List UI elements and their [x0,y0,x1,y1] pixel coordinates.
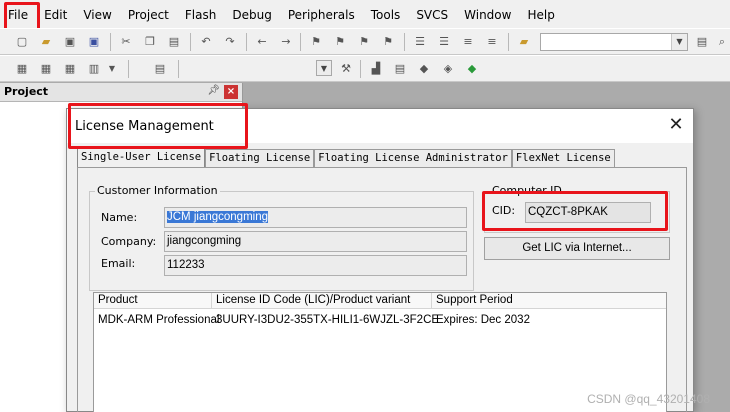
prev-bookmark-icon[interactable]: ⚑ [332,34,348,50]
build-toolbar: ▦ ▦ ▦ ▥ ▼ ▤ ▼ ⚒ ▟ ▤ ◆ ◈ ◆ [0,55,730,82]
license-management-dialog: License Management ✕ Single-User License… [66,108,694,412]
pack-installer-icon[interactable]: ◆ [416,61,432,77]
standard-toolbar: ▢ ▰ ▣ ▣ ✂ ❐ ▤ ↶ ↷ ← → ⚑ ⚑ ⚑ ⚑ ☰ ☰ ≡ ≡ ▰ … [0,28,730,55]
name-label: Name: [101,211,138,224]
translate-icon[interactable]: ▦ [14,61,30,77]
menu-help[interactable]: Help [519,0,562,30]
find-icon[interactable]: ▤ [694,34,710,50]
save-all-icon[interactable]: ▣ [86,34,102,50]
chevron-down-icon[interactable]: ▼ [104,61,120,77]
license-list[interactable]: Product License ID Code (LIC)/Product va… [93,292,667,412]
company-label: Company: [101,235,157,248]
rebuild-icon[interactable]: ▦ [62,61,78,77]
incremental-find-icon[interactable]: ⌕ [714,34,730,50]
file-extensions-icon[interactable]: ▤ [392,61,408,77]
build-icon[interactable]: ▦ [38,61,54,77]
toolbar-separator [110,33,111,51]
tab-flexnet-license[interactable]: FlexNet License [511,149,615,167]
find-in-files-icon[interactable]: ▰ [516,34,532,50]
tab-floating-license[interactable]: Floating License [205,149,315,167]
column-header-lic[interactable]: License ID Code (LIC)/Product variant [212,293,432,309]
cut-icon[interactable]: ✂ [118,34,134,50]
name-field[interactable]: JCM jiangcongming [164,207,467,228]
project-pane-title: Project [4,85,49,98]
menu-svcs[interactable]: SVCS [408,0,456,30]
tab-single-user-license[interactable]: Single-User License [77,148,206,168]
customer-information-group: Customer Information Name: JCM jiangcong… [89,184,474,291]
indent-icon[interactable]: ☰ [412,34,428,50]
toolbar-separator [360,60,361,78]
dialog-title-highlight [68,103,248,149]
toolbar-separator [190,33,191,51]
unindent-icon[interactable]: ☰ [436,34,452,50]
toolbar-separator [128,60,129,78]
support-period-cell: Expires: Dec 2032 [436,314,530,326]
toolbar-separator [178,60,179,78]
toolbar-separator [246,33,247,51]
chevron-down-icon[interactable]: ▼ [671,34,687,50]
close-icon[interactable]: × [224,85,238,99]
license-list-header: Product License ID Code (LIC)/Product va… [94,293,666,309]
paste-icon[interactable]: ▤ [166,34,182,50]
menu-debug[interactable]: Debug [224,0,279,30]
chevron-down-icon[interactable]: ▼ [316,60,332,76]
menu-bar: File Edit View Project Flash Debug Perip… [0,0,730,30]
new-file-icon[interactable]: ▢ [14,34,30,50]
column-header-support-period[interactable]: Support Period [432,293,668,309]
email-field[interactable]: 112233 [164,255,467,276]
manage-components-icon[interactable]: ▟ [368,61,384,77]
product-cell: MDK-ARM Professional [98,314,220,326]
column-header-product[interactable]: Product [94,293,212,309]
download-icon[interactable]: ▤ [152,61,168,77]
menu-project[interactable]: Project [120,0,177,30]
watermark: CSDN @qq_43201408 [587,392,710,406]
bookmark-icon[interactable]: ⚑ [308,34,324,50]
open-folder-icon[interactable]: ▰ [38,34,54,50]
target-options-icon[interactable]: ⚒ [338,61,354,77]
uncomment-icon[interactable]: ≡ [484,34,500,50]
menu-window[interactable]: Window [456,0,519,30]
copy-icon[interactable]: ❐ [142,34,158,50]
lic-cell: 3UURY-I3DU2-355TX-HILI1-6WJZL-3F2CE [216,314,440,326]
menu-flash[interactable]: Flash [177,0,224,30]
clear-bookmarks-icon[interactable]: ⚑ [380,34,396,50]
menu-view[interactable]: View [75,0,119,30]
undo-icon[interactable]: ↶ [198,34,214,50]
get-lic-via-internet-button[interactable]: Get LIC via Internet... [484,237,670,260]
name-value: JCM jiangcongming [167,211,268,223]
customer-information-legend: Customer Information [95,184,220,197]
pin-icon[interactable]: 📌︎ [207,85,220,96]
toolbar-separator [404,33,405,51]
project-pane-header: Project 📌︎ × [0,83,242,102]
target-select[interactable]: ▼ [186,60,332,78]
nav-back-icon[interactable]: ← [254,34,270,50]
toolbar-separator [300,33,301,51]
redo-icon[interactable]: ↷ [222,34,238,50]
license-tabs: Single-User License Floating License Flo… [77,148,615,168]
computer-id-highlight [482,191,668,231]
close-icon[interactable]: ✕ [659,109,693,143]
menu-peripherals[interactable]: Peripherals [280,0,363,30]
company-field[interactable]: jiangcongming [164,231,467,252]
nav-forward-icon[interactable]: → [278,34,294,50]
tab-floating-license-administrator[interactable]: Floating License Administrator [314,149,512,167]
comment-icon[interactable]: ≡ [460,34,476,50]
save-icon[interactable]: ▣ [62,34,78,50]
email-label: Email: [101,257,136,270]
batch-build-icon[interactable]: ▥ [86,61,102,77]
find-combo[interactable]: ▼ [540,33,688,51]
select-packs-icon[interactable]: ◈ [440,61,456,77]
toolbar-separator [508,33,509,51]
run-time-env-icon[interactable]: ◆ [464,61,480,77]
menu-edit[interactable]: Edit [36,0,75,30]
menu-tools[interactable]: Tools [363,0,409,30]
next-bookmark-icon[interactable]: ⚑ [356,34,372,50]
